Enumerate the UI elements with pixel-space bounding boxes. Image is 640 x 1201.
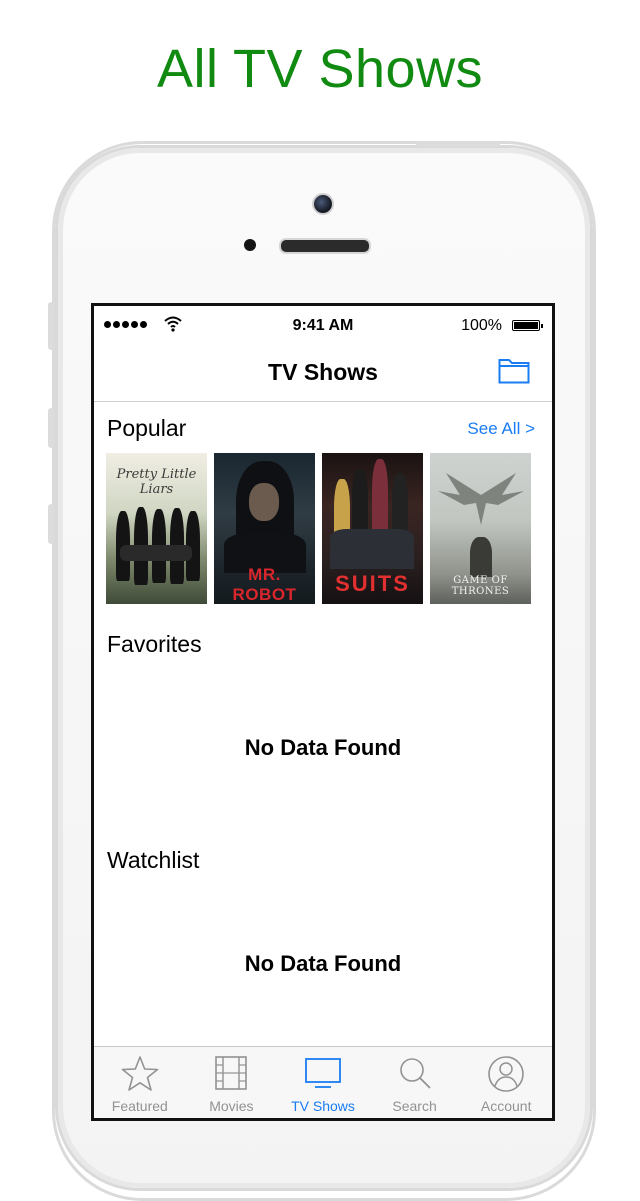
popular-posters: Pretty Little Liars MR. ROBOT SUITS GAME… [106,453,531,604]
tab-tv-shows[interactable]: TV Shows [277,1047,369,1118]
volume-up-button [48,408,54,448]
proximity-sensor [244,239,256,251]
favorites-section-title: Favorites [107,631,202,657]
tv-icon [305,1058,341,1088]
watchlist-empty-message: No Data Found [244,951,402,976]
watchlist-section-title: Watchlist [107,847,200,873]
poster-suits[interactable]: SUITS [322,453,423,604]
poster-title: GAME OF THRONES [451,575,510,597]
tab-movies[interactable]: Movies [186,1047,278,1118]
account-icon [488,1056,524,1092]
see-all-link[interactable]: See All > [467,419,535,439]
folder-icon[interactable] [498,356,530,384]
poster-title: SUITS [335,571,410,596]
front-camera [312,193,334,215]
tab-label: Search [392,1098,437,1114]
battery-icon [512,320,543,331]
dragon-icon [438,473,524,525]
earpiece-speaker [279,238,371,254]
film-icon [215,1056,248,1090]
poster-game-of-thrones[interactable]: GAME OF THRONES [430,453,531,604]
status-bar: 9:41 AM 100% [94,306,552,346]
popular-section-title: Popular [107,415,187,441]
nav-title: TV Shows [268,359,378,385]
page-headline: All TV Shows [156,39,484,99]
tab-label: Movies [209,1098,254,1114]
mute-switch [48,302,54,350]
tab-label: TV Shows [291,1098,355,1114]
poster-title: Pretty Little Liars [116,467,197,497]
battery-percent: 100% [461,317,502,334]
search-icon [399,1058,431,1089]
tab-featured[interactable]: Featured [94,1047,186,1118]
phone-screen: 9:41 AM 100% TV Shows Popular See All > … [91,303,555,1121]
navigation-bar: TV Shows [94,346,552,402]
tab-account[interactable]: Account [460,1047,552,1118]
star-icon [121,1056,159,1091]
tab-label: Featured [111,1098,168,1114]
poster-title: MR. ROBOT [232,565,297,604]
poster-mr-robot[interactable]: MR. ROBOT [214,453,315,604]
favorites-empty-message: No Data Found [244,735,402,760]
tab-search[interactable]: Search [369,1047,461,1118]
poster-pretty-little-liars[interactable]: Pretty Little Liars [106,453,207,604]
tab-label: Account [480,1098,532,1114]
tab-bar: Featured Movies TV Shows Search Account [94,1046,552,1118]
volume-down-button [48,504,54,544]
power-button [416,141,500,147]
